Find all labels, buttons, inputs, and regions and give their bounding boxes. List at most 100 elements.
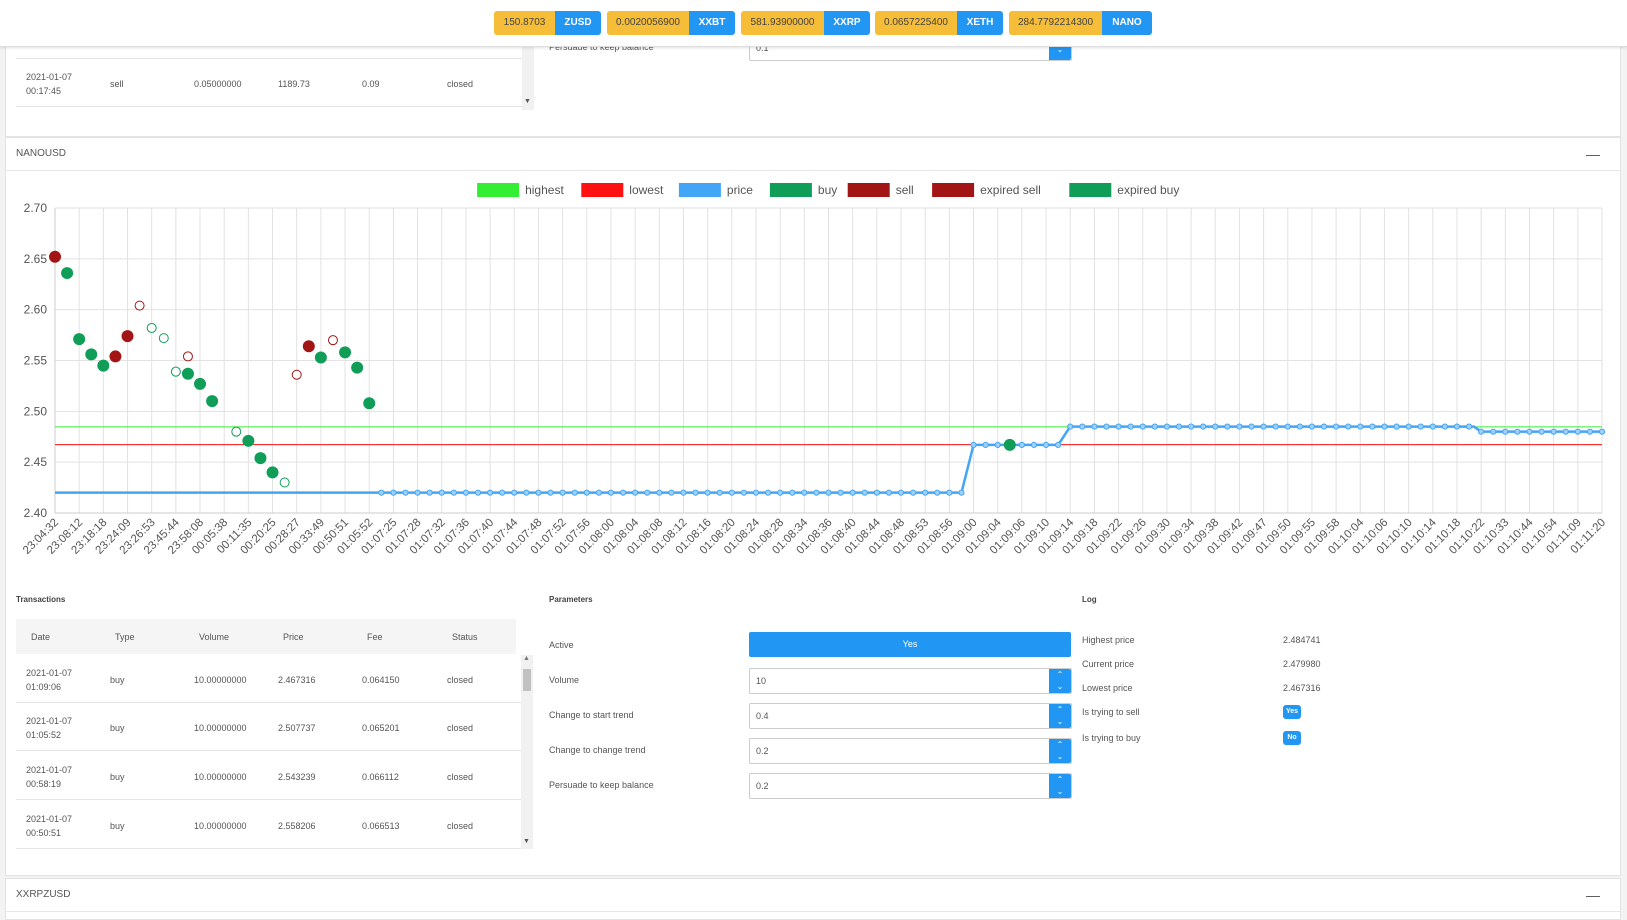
ticker-nano[interactable]: 284.7792214300 NANO	[1009, 11, 1152, 35]
price-point	[994, 441, 1001, 448]
price-point	[523, 489, 530, 496]
price-point	[1320, 423, 1328, 430]
price-point	[1429, 423, 1436, 430]
chevron-down-icon[interactable]: ⌄	[1049, 751, 1071, 763]
param-input[interactable]: 10 ⌃ ⌄	[749, 668, 1072, 694]
active-toggle-button[interactable]: Yes	[749, 632, 1071, 657]
xxrpzusd-panel: XXRPZUSD —	[5, 878, 1621, 920]
panel-header[interactable]: NANOUSD —	[6, 138, 1620, 171]
stepper[interactable]: ⌃ ⌄	[1049, 739, 1071, 763]
buy-point	[181, 367, 194, 380]
price-point	[1284, 423, 1291, 430]
price-point	[813, 489, 820, 496]
price-point	[1441, 423, 1448, 430]
price-point	[1079, 423, 1086, 430]
chevron-up-icon[interactable]: ⌃	[1049, 739, 1071, 751]
chevron-down-icon[interactable]: ⌄	[1049, 716, 1071, 728]
tx-price: 2.507737	[278, 723, 316, 733]
ticker-xxbt[interactable]: 0.0020056900 XXBT	[607, 11, 735, 35]
price-point	[656, 489, 663, 496]
ticker-symbol[interactable]: NANO	[1102, 11, 1152, 35]
price-point	[777, 489, 784, 496]
price-point	[1055, 441, 1062, 448]
param-input[interactable]: 0.2 ⌃ ⌄	[749, 773, 1072, 799]
param-input[interactable]: 0.2 ⌃ ⌄	[749, 738, 1072, 764]
log-label: Current price	[1082, 659, 1135, 669]
legend-label: lowest	[629, 183, 664, 197]
row-divider	[16, 750, 521, 751]
ticker-xeth[interactable]: 0.0657225400 XETH	[875, 11, 1003, 35]
price-point	[704, 489, 711, 496]
chevron-up-icon[interactable]: ⌃	[1049, 774, 1071, 786]
scroll-thumb[interactable]	[523, 669, 531, 691]
price-point	[668, 489, 675, 496]
log-label: Lowest price	[1082, 683, 1133, 693]
chevron-down-icon[interactable]: ⌄	[1049, 681, 1071, 693]
column-header[interactable]: Type	[115, 632, 135, 642]
tx-time: 00:58:19	[26, 779, 62, 789]
row-divider	[16, 799, 521, 800]
column-header[interactable]: Volume	[199, 632, 229, 642]
panel-title: XXRPZUSD	[16, 889, 71, 900]
buy-point	[206, 395, 219, 408]
param-input[interactable]: 0.4 ⌃ ⌄	[749, 703, 1072, 729]
ticker-xxrp[interactable]: 581.93900000 XXRP	[741, 11, 870, 35]
price-point	[390, 489, 397, 496]
scroll-down-icon[interactable]: ▼	[523, 838, 530, 845]
tx-status: closed	[447, 723, 474, 733]
price-point	[1357, 423, 1364, 430]
panel-header[interactable]: XXRPZUSD —	[6, 879, 1620, 912]
stepper[interactable]: ⌃ ⌄	[1049, 774, 1071, 798]
price-point	[825, 489, 832, 496]
tx-time: 00:17:45	[26, 86, 62, 96]
column-header[interactable]: Status	[452, 632, 478, 642]
ticker-bar: 150.8703 ZUSD 0.0020056900 XXBT 581.9390…	[0, 0, 1627, 47]
tx-date: 2021-01-07	[26, 72, 73, 82]
expired-sell-point	[134, 300, 145, 311]
sell-point	[49, 250, 61, 263]
buy-point	[314, 351, 327, 364]
ticker-symbol[interactable]: ZUSD	[555, 11, 601, 35]
tx-volume: 10.00000000	[194, 772, 247, 782]
scroll-down-icon[interactable]: ▼	[524, 98, 531, 105]
table-header	[16, 619, 516, 654]
parameters-title: Parameters	[549, 595, 593, 604]
ticker-symbol[interactable]: XXRP	[824, 11, 870, 35]
price-point	[740, 489, 747, 496]
ticker-symbol[interactable]: XXBT	[689, 11, 735, 35]
legend-swatch	[932, 183, 975, 197]
price-point	[1030, 441, 1038, 448]
price-point	[1526, 428, 1533, 435]
chevron-up-icon[interactable]: ⌃	[1049, 704, 1071, 716]
tx-status: closed	[447, 675, 474, 685]
price-point	[934, 489, 941, 496]
table-scrollbar[interactable]: ▲ ▼	[521, 655, 533, 849]
price-point	[1333, 423, 1340, 430]
price-point	[1405, 423, 1412, 430]
column-header[interactable]: Date	[31, 632, 50, 642]
collapse-icon[interactable]: —	[1586, 879, 1600, 911]
chevron-down-icon[interactable]: ⌄	[1049, 786, 1071, 798]
legend-label: buy	[818, 183, 837, 197]
price-point	[680, 489, 687, 496]
chevron-up-icon[interactable]: ⌃	[1049, 669, 1071, 681]
stepper[interactable]: ⌃ ⌄	[1049, 704, 1071, 728]
log-value: 2.479980	[1283, 659, 1321, 669]
price-point	[1224, 423, 1231, 430]
scroll-up-icon[interactable]: ▲	[523, 655, 530, 662]
stepper[interactable]: ⌃ ⌄	[1049, 669, 1071, 693]
column-header[interactable]: Price	[283, 632, 304, 642]
collapse-icon[interactable]: —	[1586, 138, 1600, 170]
param-label: Change to start trend	[549, 710, 634, 720]
buy-point	[351, 361, 364, 374]
column-header[interactable]: Fee	[367, 632, 383, 642]
price-point	[716, 489, 723, 496]
price-point	[1538, 428, 1545, 435]
tx-type: sell	[110, 79, 124, 89]
tx-fee: 0.09	[362, 79, 380, 89]
ticker-symbol[interactable]: XETH	[957, 11, 1003, 35]
table-scrollbar[interactable]: ▼	[522, 40, 534, 110]
price-point	[1248, 423, 1255, 430]
buy-point	[194, 377, 207, 390]
ticker-zusd[interactable]: 150.8703 ZUSD	[494, 11, 601, 35]
